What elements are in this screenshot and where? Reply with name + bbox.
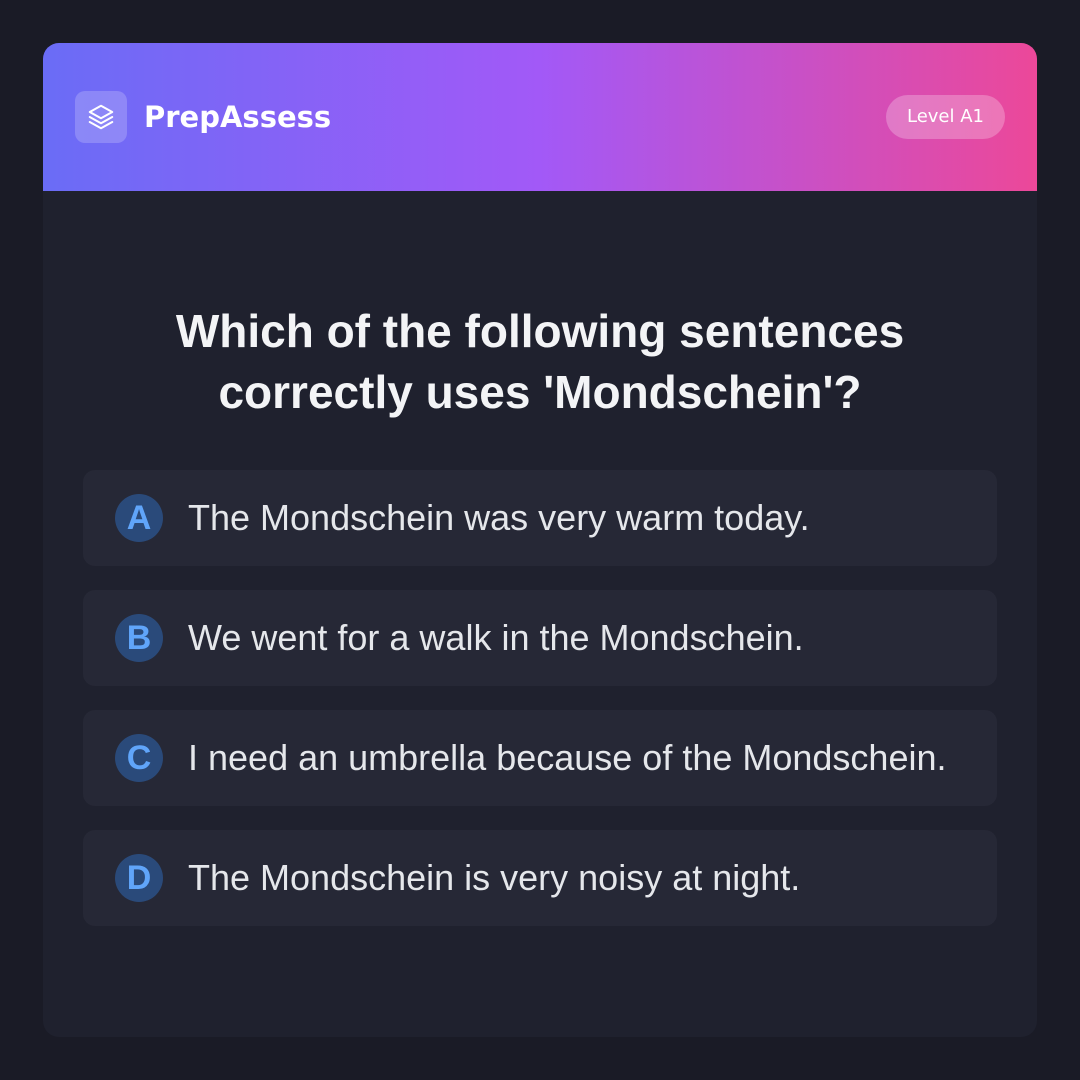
option-text: I need an umbrella because of the Mondsc…	[188, 737, 947, 778]
option-letter-badge: A	[115, 494, 163, 542]
answer-option-c[interactable]: C I need an umbrella because of the Mond…	[83, 710, 997, 806]
option-text: The Mondschein is very noisy at night.	[188, 857, 801, 898]
answer-options: A The Mondschein was very warm today. B …	[83, 470, 997, 950]
logo	[75, 91, 127, 143]
option-letter-badge: D	[115, 854, 163, 902]
answer-option-a[interactable]: A The Mondschein was very warm today.	[83, 470, 997, 566]
question-text: Which of the following sentences correct…	[175, 305, 905, 418]
option-letter-badge: C	[115, 734, 163, 782]
layers-icon	[88, 104, 114, 130]
quiz-card: PrepAssess Level A1 Which of the followi…	[43, 43, 1037, 1037]
brand-name: PrepAssess	[144, 100, 332, 134]
card-header: PrepAssess Level A1	[43, 43, 1037, 191]
option-text: The Mondschein was very warm today.	[188, 497, 810, 538]
answer-option-b[interactable]: B We went for a walk in the Mondschein.	[83, 590, 997, 686]
answer-option-d[interactable]: D The Mondschein is very noisy at night.	[83, 830, 997, 926]
level-badge: Level A1	[885, 95, 1005, 139]
option-letter-badge: B	[115, 614, 163, 662]
option-text: We went for a walk in the Mondschein.	[188, 617, 804, 658]
